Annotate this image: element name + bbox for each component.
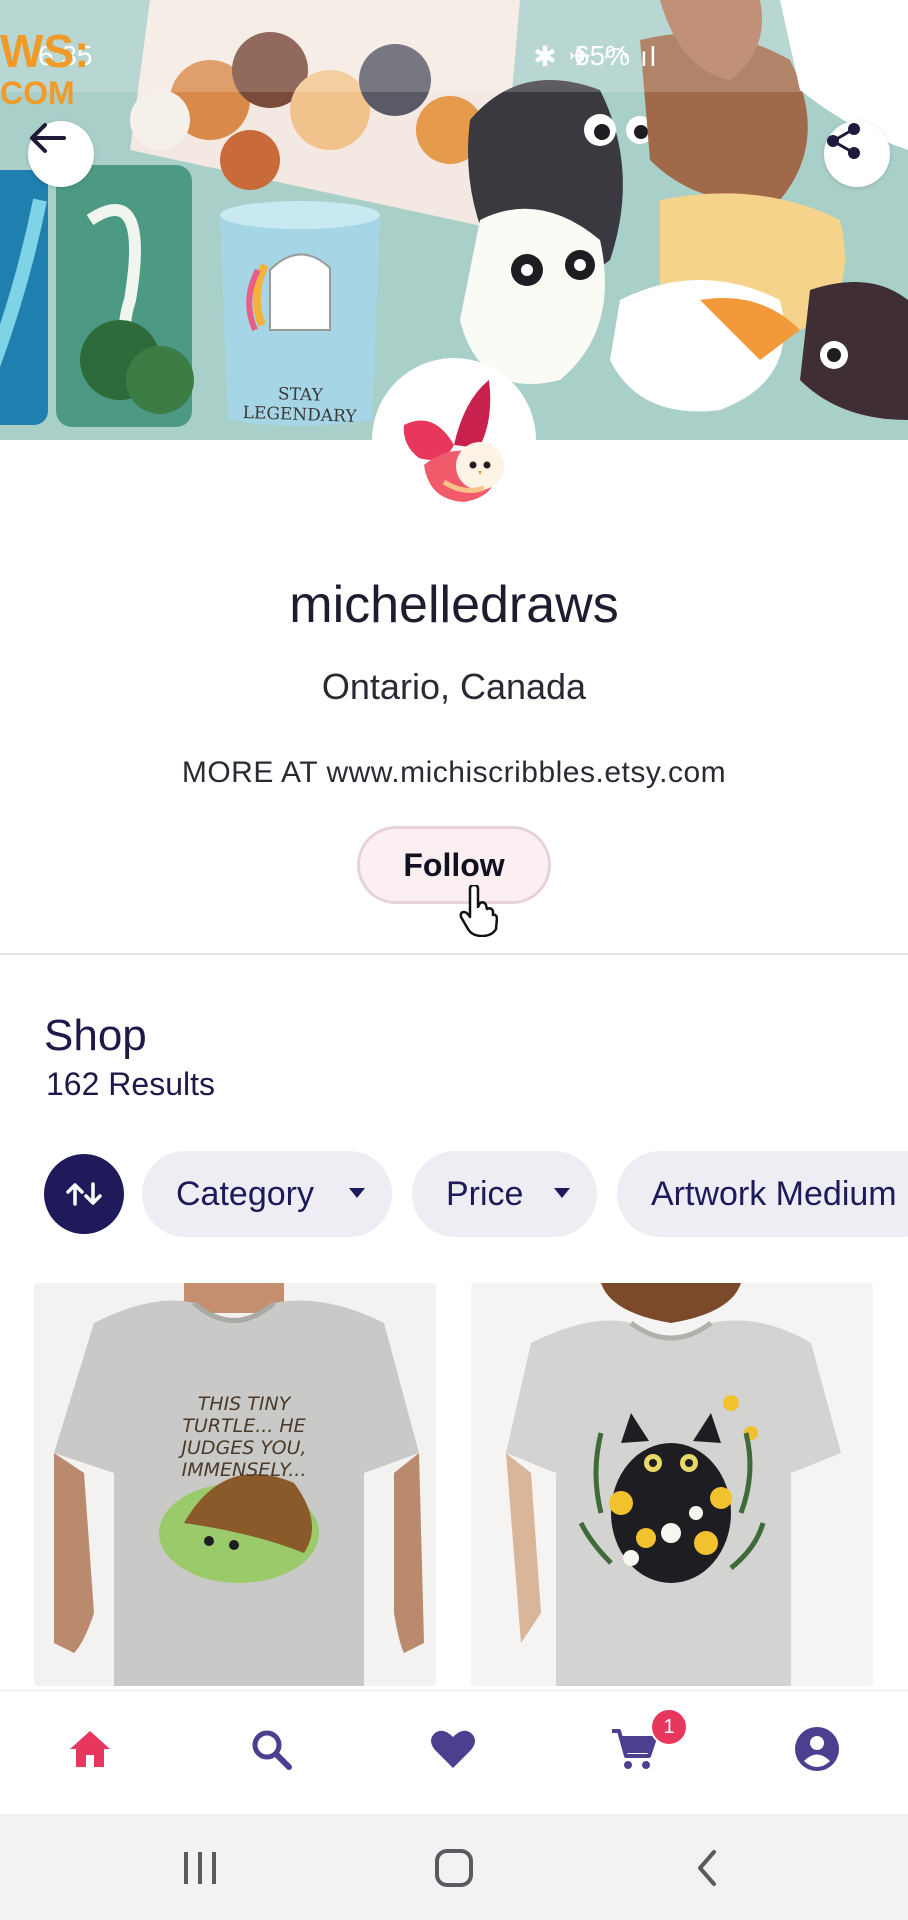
back-nav-icon[interactable] [692, 1848, 722, 1888]
nav-search[interactable] [241, 1719, 301, 1779]
follow-button[interactable]: Follow [357, 826, 551, 904]
hand-cursor-icon [459, 885, 498, 937]
shop-bio: MORE AT www.michiscribbles.etsy.com [181, 756, 727, 789]
account-icon [795, 1727, 839, 1771]
arrow-left-icon [30, 123, 66, 153]
share-button[interactable] [824, 121, 890, 187]
recent-apps-icon[interactable] [180, 1850, 220, 1886]
mug-text: STAY LEGENDARY [242, 384, 357, 427]
banner-text-fragment: WS: COM [0, 25, 90, 114]
sort-button[interactable] [44, 1154, 124, 1234]
product-card[interactable]: THIS TINY TURTLE... HE JUDGES YOU, IMMEN… [34, 1283, 436, 1686]
share-icon [827, 123, 860, 159]
status-bar: 6:35 ✱ ✈ ◠ ıl 65% [0, 0, 908, 92]
filter-chip-price[interactable]: Price [412, 1151, 597, 1237]
home-icon [70, 1731, 110, 1767]
home-button-icon[interactable] [434, 1848, 474, 1888]
sort-arrows-icon [66, 1182, 102, 1206]
shop-avatar [372, 358, 536, 522]
filter-chip-category[interactable]: Category [142, 1151, 392, 1237]
cart-icon [612, 1729, 657, 1769]
nav-account[interactable] [787, 1719, 847, 1779]
section-divider [0, 953, 908, 955]
banner-fragment-line2: COM [0, 75, 75, 111]
product-card[interactable] [471, 1283, 873, 1686]
filter-chip-artwork-medium[interactable]: Artwork Medium [617, 1151, 908, 1237]
system-navigation-bar [0, 1814, 908, 1920]
filter-chip-label: Artwork Medium [651, 1174, 897, 1213]
shop-location: Ontario, Canada [321, 666, 587, 707]
owl-logo-icon [403, 380, 504, 502]
filter-chip-label: Price [446, 1174, 524, 1213]
heart-icon [431, 1730, 475, 1768]
filter-chip-label: Category [176, 1174, 314, 1213]
status-battery: 65% [574, 40, 631, 71]
nav-home[interactable] [60, 1719, 120, 1779]
shop-section-title: Shop [44, 1011, 147, 1060]
product-image-black-cat-shirt [471, 1283, 873, 1686]
product-image-turtle-shirt [34, 1283, 436, 1686]
cart-count-badge: 1 [650, 1708, 688, 1746]
back-button[interactable] [28, 121, 94, 187]
shirt-print-text: THIS TINY TURTLE... HE JUDGES YOU, IMMEN… [181, 1393, 307, 1481]
search-icon [252, 1730, 292, 1770]
caret-down-icon [554, 1188, 570, 1198]
nav-favorites[interactable] [423, 1719, 483, 1779]
banner-fragment-line1: WS: [0, 25, 90, 77]
bottom-navigation: 1 [0, 1690, 908, 1815]
shop-name: michelledraws [289, 576, 619, 634]
shop-results-count: 162 Results [46, 1066, 215, 1102]
caret-down-icon [349, 1188, 365, 1198]
